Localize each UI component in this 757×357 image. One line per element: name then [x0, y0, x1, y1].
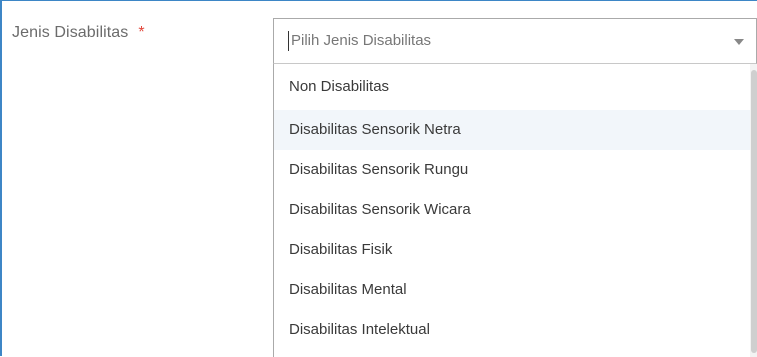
disability-type-select[interactable]: Pilih Jenis Disabilitas — [273, 18, 757, 64]
field-label: Jenis Disabilitas * — [12, 24, 145, 42]
scrollbar-track[interactable] — [750, 64, 757, 357]
form-row: Jenis Disabilitas * Pilih Jenis Disabilit… — [0, 0, 757, 357]
caret-down-icon[interactable] — [734, 39, 744, 45]
option-sensorik-wicara[interactable]: Disabilitas Sensorik Wicara — [274, 190, 757, 230]
select-search-input[interactable]: Pilih Jenis Disabilitas — [288, 31, 431, 51]
scrollbar-thumb[interactable] — [751, 70, 757, 353]
option-non-disabilitas[interactable]: Non Disabilitas — [274, 64, 757, 110]
option-sensorik-netra[interactable]: Disabilitas Sensorik Netra — [274, 110, 757, 150]
option-intelektual[interactable]: Disabilitas Intelektual — [274, 310, 757, 350]
option-fisik[interactable]: Disabilitas Fisik — [274, 230, 757, 270]
required-mark: * — [138, 24, 145, 41]
option-sensorik-rungu[interactable]: Disabilitas Sensorik Rungu — [274, 150, 757, 190]
field-label-text: Jenis Disabilitas — [12, 24, 129, 41]
dropdown-list: Non Disabilitas Disabilitas Sensorik Net… — [273, 64, 757, 357]
option-mental[interactable]: Disabilitas Mental — [274, 270, 757, 310]
